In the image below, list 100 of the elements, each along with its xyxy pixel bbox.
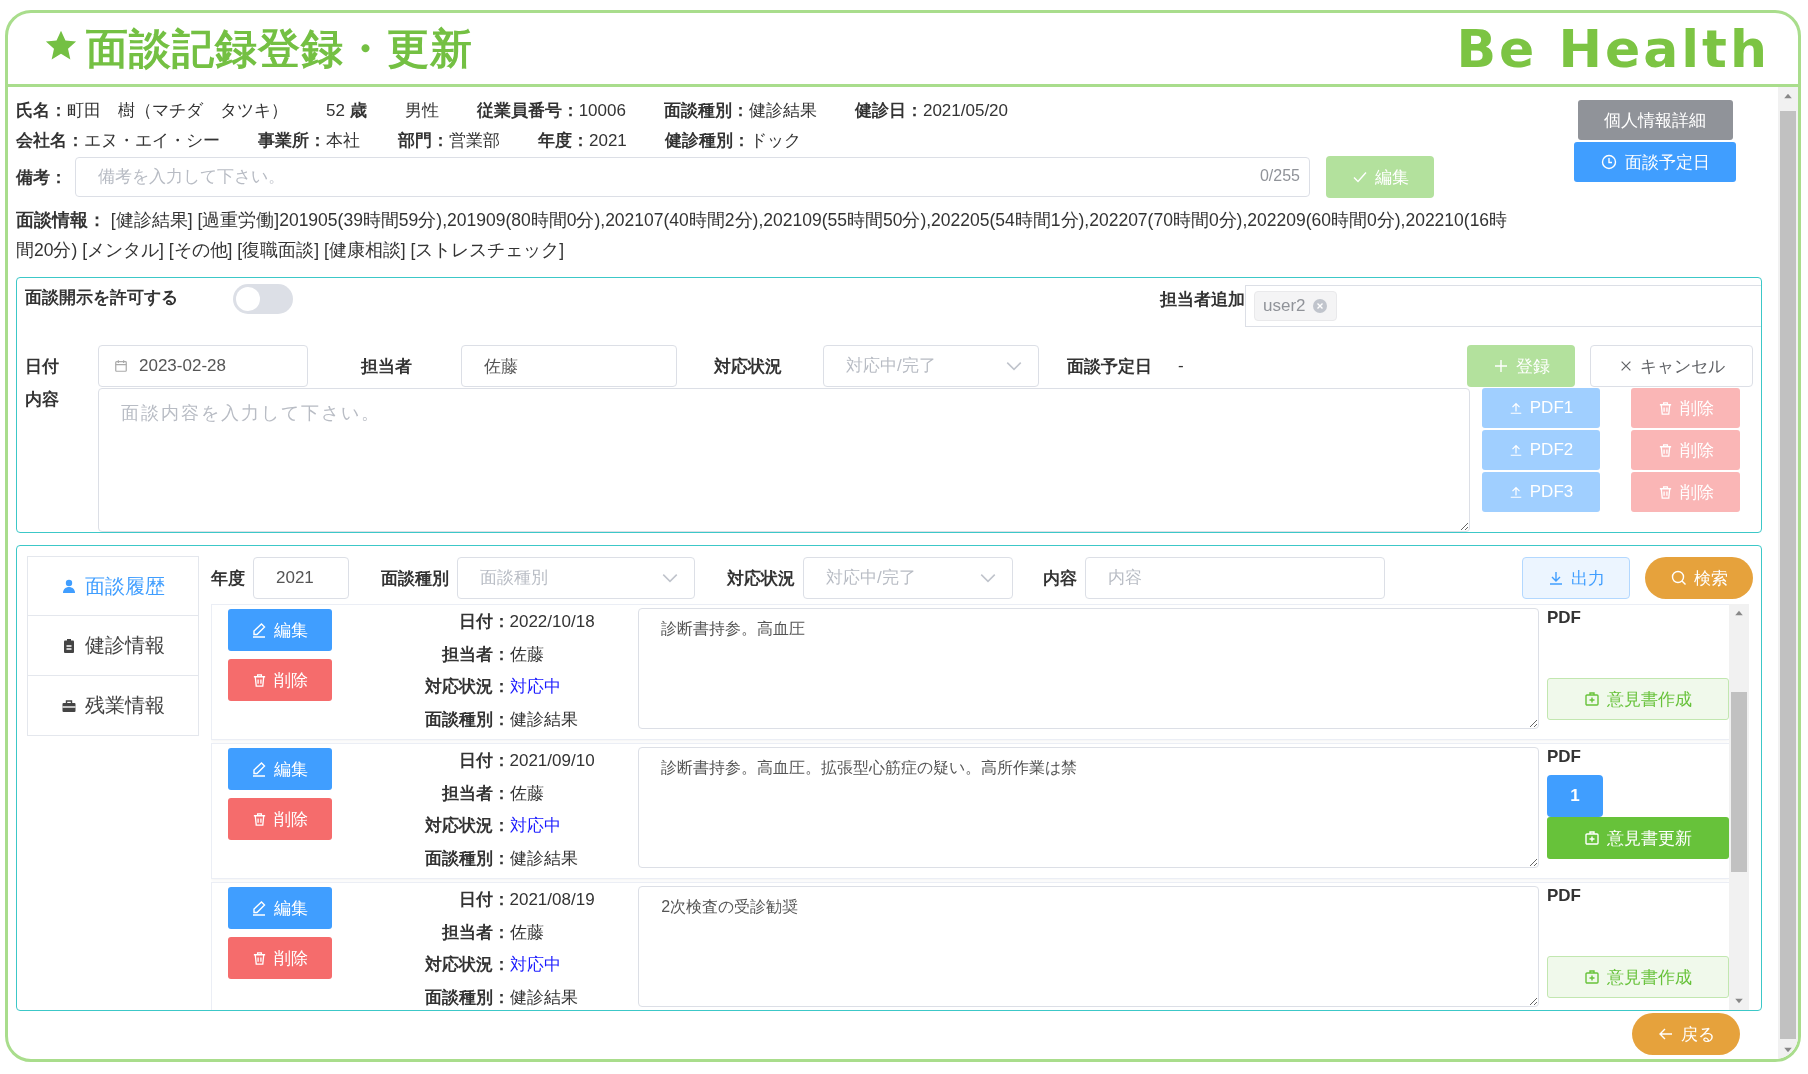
clock-icon — [1600, 154, 1617, 170]
delete-button[interactable]: 削除 — [228, 937, 332, 979]
trash-icon — [1657, 442, 1673, 458]
trash-icon — [1657, 400, 1673, 416]
year-field[interactable]: 2021 — [253, 557, 349, 599]
trash-icon — [251, 811, 267, 827]
pencil-icon — [251, 622, 268, 638]
field-value: ドック — [749, 130, 801, 150]
field-value: 佐藤 — [509, 782, 545, 805]
pencil-icon — [251, 900, 268, 916]
export-button[interactable]: 出力 — [1522, 557, 1630, 599]
scrollbar[interactable] — [1778, 87, 1798, 1059]
pdf-label: PDF — [1547, 608, 1582, 629]
field-label: 対応状況 — [714, 355, 783, 378]
details-button[interactable]: 個人情報詳細 — [1577, 100, 1733, 140]
field-label: 内容 — [25, 389, 60, 411]
field-value: 佐藤 — [509, 921, 545, 944]
upload-icon — [1508, 401, 1523, 415]
delete-button[interactable]: 削除 — [228, 798, 332, 840]
field-value: 営業部 — [449, 130, 500, 150]
pdf-label: PDF — [1547, 747, 1582, 768]
field-label: 年度 — [211, 567, 245, 590]
field-value: - — [1178, 356, 1184, 376]
edit-button[interactable]: 編集 — [228, 748, 332, 790]
search-button[interactable]: 検索 — [1645, 557, 1753, 599]
field-label: 面談種別 — [381, 567, 449, 590]
content-field[interactable]: 診断書持参。高血圧。拡張型心筋症の疑い。高所作業は禁 — [638, 747, 1539, 868]
opinion-button[interactable]: 意見書更新 — [1547, 817, 1729, 859]
field-value: 男性 — [404, 100, 439, 120]
field-value: 52 — [326, 100, 345, 120]
interview-summary: 面談情報： [健診結果] [過重労働]201905(39時間59分),201909(80時間0分),202107(40時間2分),202109(55時間50分),202205(54時間1分),202207(70時間0分),202209(60時間0分),202210(16時間20分) [メンタル] [その他] [復職面談] [健康相談] [ストレスチェック] — [16, 209, 1509, 262]
trash-icon — [251, 950, 267, 966]
schedule-button[interactable]: 面談予定日 — [1574, 142, 1736, 182]
person-icon — [61, 578, 77, 594]
field-value: 対応中 — [509, 815, 562, 837]
field-value: 対応中 — [509, 676, 562, 698]
trash-icon — [251, 672, 267, 688]
calendar-icon — [114, 359, 128, 373]
medical-case-icon — [1584, 691, 1600, 707]
field-label: 健診種別： — [664, 130, 750, 150]
pdf-link[interactable]: 1 — [1547, 775, 1603, 817]
opinion-button[interactable]: 意見書作成 — [1547, 678, 1729, 720]
field-label: 面談予定日 — [1067, 355, 1152, 378]
field-value: 健診結果 — [509, 847, 579, 870]
sidebar-tab[interactable]: 面談履歴 — [27, 556, 199, 616]
status-select[interactable]: 対応中/完了 — [803, 557, 1013, 599]
edit-button[interactable]: 編集 — [228, 609, 332, 651]
field-label: 対応状況 — [727, 567, 795, 590]
field-label: 日付： — [457, 611, 510, 633]
field-label: 対応状況： — [423, 676, 510, 698]
field-label: 事業所： — [258, 130, 326, 150]
field-value: 佐藤 — [509, 643, 545, 666]
person-field[interactable]: 佐藤 — [461, 345, 677, 387]
disclosure-toggle[interactable] — [233, 284, 293, 314]
field-label: 従業員番号： — [476, 100, 579, 120]
scrollbar[interactable] — [1729, 604, 1749, 1010]
back-button[interactable]: 戻る — [1632, 1013, 1740, 1055]
field-label: 部門： — [398, 130, 449, 150]
field-label: 歳 — [348, 100, 367, 120]
field-label: 備考： — [16, 166, 67, 189]
field-value: 10006 — [578, 100, 626, 120]
field-value: 健診結果 — [509, 986, 579, 1009]
field-label: 担当者追加 — [1160, 289, 1245, 311]
content-field[interactable]: 診断書持参。高血圧 — [638, 608, 1539, 729]
field-value: 健診結果 — [748, 100, 817, 120]
medical-case-icon — [1584, 830, 1600, 846]
briefcase-icon — [61, 697, 77, 714]
search-icon — [1670, 570, 1687, 586]
content-field[interactable]: 面談内容を入力して下さい。 — [98, 388, 1470, 532]
type-select[interactable]: 面談種別 — [457, 557, 695, 599]
assignee-field[interactable]: user2 — [1245, 285, 1761, 327]
field-label: 面談種別： — [423, 708, 510, 731]
field-label: 面談種別： — [663, 100, 749, 120]
download-icon — [1547, 570, 1564, 586]
sidebar-tab[interactable]: 残業情報 — [27, 676, 199, 736]
sidebar-tab[interactable]: 健診情報 — [27, 616, 199, 676]
remove-icon — [1311, 298, 1328, 314]
field-label: 日付： — [457, 750, 510, 772]
content-search-field[interactable]: 内容 — [1085, 557, 1385, 599]
field-label: 面談種別： — [423, 986, 510, 1009]
tag-label: user2 — [1263, 296, 1306, 316]
logo: Be Health — [1456, 18, 1770, 79]
content-field[interactable]: 2次検査の受診勧奨 — [638, 886, 1539, 1007]
medical-case-icon — [1584, 969, 1600, 985]
date-field[interactable]: 2023-02-28 — [98, 345, 308, 387]
cancel-button[interactable]: キャンセル — [1590, 345, 1753, 387]
opinion-button[interactable]: 意見書作成 — [1547, 956, 1729, 998]
field-value: 2022/10/18 — [509, 611, 596, 633]
plus-icon — [1492, 358, 1509, 374]
upload-icon — [1508, 443, 1523, 457]
field-value: 町田 樹（マチダ タツキ） — [67, 100, 288, 120]
field-value: 2021/09/10 — [509, 750, 596, 772]
char-counter: 0/255 — [1259, 167, 1300, 185]
status-select[interactable]: 対応中/完了 — [823, 345, 1039, 387]
edit-button[interactable]: 編集 — [228, 887, 332, 929]
field-label: 日付 — [25, 355, 60, 378]
field-label: 会社名： — [16, 130, 84, 150]
pencil-icon — [251, 761, 268, 777]
delete-button[interactable]: 削除 — [228, 659, 332, 701]
field-label: 日付： — [457, 889, 510, 911]
